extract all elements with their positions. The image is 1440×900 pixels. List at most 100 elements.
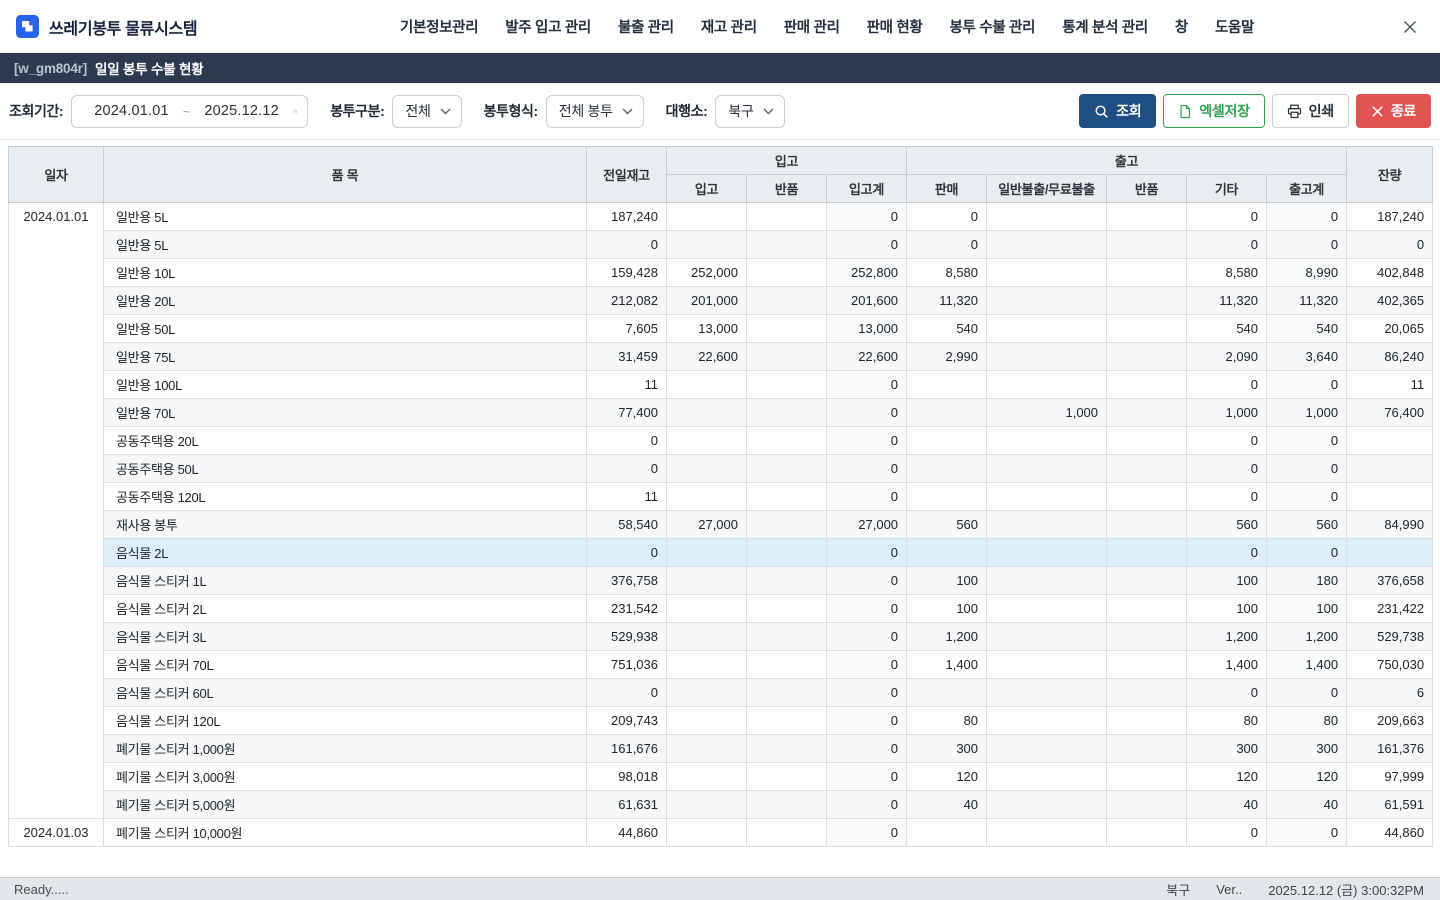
table-row[interactable]: 일반용 20L212,082201,000201,60011,32011,320… [9,287,1433,315]
table-row[interactable]: 2024.01.01일반용 5L187,2400000187,240 [9,203,1433,231]
cell-value [667,371,747,399]
cell-value: 0 [827,735,907,763]
chevron-down-icon [622,108,633,115]
cell-value [667,595,747,623]
menu-item-2[interactable]: 발주 입고 관리 [505,16,591,37]
table-row[interactable]: 일반용 5L000000 [9,231,1433,259]
cell-value: 0 [1187,455,1267,483]
bag-format-select[interactable]: 전체 봉투 [546,95,644,128]
cell-value: 529,738 [1347,623,1433,651]
cell-value: 231,422 [1347,595,1433,623]
cell-value: 0 [587,539,667,567]
table-row[interactable]: 재사용 봉투58,54027,00027,00056056056084,990 [9,511,1433,539]
cell-value [1107,539,1187,567]
date-from-value[interactable]: 2024.01.01 [94,103,169,119]
window-close-icon[interactable] [1402,19,1418,35]
cell-value: 231,542 [587,595,667,623]
table-row[interactable]: 일반용 50L7,60513,00013,00054054054020,065 [9,315,1433,343]
cell-item: 음식물 스티커 60L [104,679,587,707]
table-row[interactable]: 공동주택용 50L0000 [9,455,1433,483]
cell-value: 44,860 [1347,819,1433,847]
cell-value [667,203,747,231]
menu-item-9[interactable]: 창 [1175,16,1188,37]
col-header-in-total: 입고계 [827,175,907,203]
cell-value: 750,030 [1347,651,1433,679]
menu-item-6[interactable]: 판매 현황 [867,16,923,37]
cell-value [1107,455,1187,483]
cell-value [667,231,747,259]
cell-value [987,595,1107,623]
cell-value [747,763,827,791]
table-row[interactable]: 일반용 100L1100011 [9,371,1433,399]
cell-value [667,819,747,847]
table-row[interactable]: 음식물 스티커 1L376,7580100100180376,658 [9,567,1433,595]
cell-value: 212,082 [587,287,667,315]
menu-item-8[interactable]: 통계 분석 관리 [1062,16,1148,37]
cell-value: 0 [907,231,987,259]
table-row[interactable]: 폐기물 스티커 5,000원61,631040404061,591 [9,791,1433,819]
cell-value: 8,580 [1187,259,1267,287]
menu-item-4[interactable]: 재고 관리 [701,16,757,37]
cell-date: 2024.01.01 [9,203,104,819]
cell-value: 1,200 [907,623,987,651]
cell-value [1107,819,1187,847]
cell-value [987,791,1107,819]
cell-value: 58,540 [587,511,667,539]
cell-item: 일반용 50L [104,315,587,343]
table-row[interactable]: 공동주택용 20L0000 [9,427,1433,455]
menu-item-3[interactable]: 불출 관리 [618,16,674,37]
date-to-value[interactable]: 2025.12.12 [204,103,279,119]
cell-value: 76,400 [1347,399,1433,427]
cell-item: 음식물 스티커 2L [104,595,587,623]
table-row[interactable]: 음식물 스티커 60L00006 [9,679,1433,707]
table-row[interactable]: 음식물 스티커 70L751,03601,4001,4001,400750,03… [9,651,1433,679]
cell-value [987,763,1107,791]
table-row[interactable]: 일반용 75L31,45922,60022,6002,9902,0903,640… [9,343,1433,371]
cell-value [1107,511,1187,539]
cell-value [747,651,827,679]
table-row[interactable]: 일반용 10L159,428252,000252,8008,5808,5808,… [9,259,1433,287]
cell-value [747,287,827,315]
cell-value: 80 [907,707,987,735]
cell-value [1107,735,1187,763]
cell-value: 0 [1267,539,1347,567]
cell-value: 0 [1187,483,1267,511]
cell-value [907,371,987,399]
status-version: Ver.. [1216,882,1242,897]
menu-item-10[interactable]: 도움말 [1215,16,1254,37]
agency-select[interactable]: 북구 [715,95,784,128]
cell-value: 11 [1347,371,1433,399]
table-row[interactable]: 음식물 스티커 3L529,93801,2001,2001,200529,738 [9,623,1433,651]
table-row[interactable]: 음식물 2L0000 [9,539,1433,567]
table-row[interactable]: 2024.01.03폐기물 스티커 10,000원44,86000044,860 [9,819,1433,847]
cell-value: 529,938 [587,623,667,651]
print-button[interactable]: 인쇄 [1272,94,1349,128]
quit-button[interactable]: 종료 [1356,94,1431,128]
excel-save-button[interactable]: 엑셀저장 [1163,94,1264,128]
col-header-in: 입고 [667,175,747,203]
table-row[interactable]: 음식물 스티커 2L231,5420100100100231,422 [9,595,1433,623]
table-row[interactable]: 폐기물 스티커 3,000원98,018012012012097,999 [9,763,1433,791]
cell-value [1107,595,1187,623]
cell-value [667,763,747,791]
bag-type-select[interactable]: 전체 [392,95,461,128]
print-button-label: 인쇄 [1309,101,1334,121]
filter-bar: 조회기간: 2024.01.01 ~ 2025.12.12 봉투구분: 전체 봉… [0,83,1440,140]
cell-value: 209,663 [1347,707,1433,735]
col-header-date: 일자 [9,147,104,203]
table-row[interactable]: 폐기물 스티커 1,000원161,6760300300300161,376 [9,735,1433,763]
table-row[interactable]: 음식물 스티커 120L209,7430808080209,663 [9,707,1433,735]
menu-item-7[interactable]: 봉투 수불 관리 [950,16,1036,37]
calendar-icon[interactable] [293,104,297,119]
close-icon [1371,105,1384,118]
date-range-input[interactable]: 2024.01.01 ~ 2025.12.12 [71,95,308,128]
table-row[interactable]: 일반용 70L77,40001,0001,0001,00076,400 [9,399,1433,427]
table-row[interactable]: 공동주택용 120L11000 [9,483,1433,511]
menu-item-5[interactable]: 판매 관리 [784,16,840,37]
search-button[interactable]: 조회 [1079,94,1156,128]
cell-item: 공동주택용 120L [104,483,587,511]
cell-value: 8,580 [907,259,987,287]
cell-value: 252,000 [667,259,747,287]
chevron-down-icon [763,108,774,115]
menu-item-1[interactable]: 기본정보관리 [400,16,478,37]
